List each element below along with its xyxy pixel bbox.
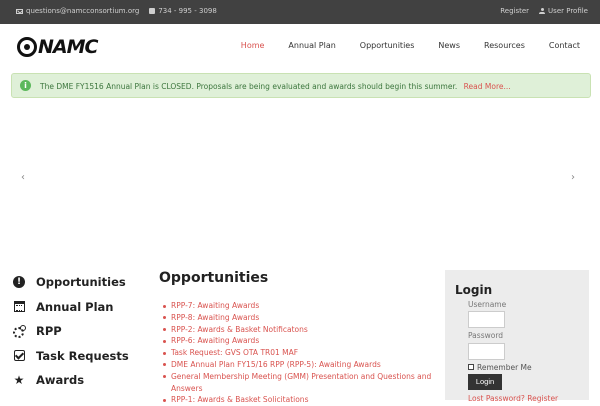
opportunities-section: Opportunities RPP-7: Awaiting Awards RPP… xyxy=(159,270,434,406)
phone-icon xyxy=(149,8,156,14)
password-label: Password xyxy=(468,331,504,340)
sidebar-item-annual-plan[interactable]: Annual Plan xyxy=(12,295,152,320)
site-header: NAMC Home Annual Plan Opportunities News… xyxy=(0,24,600,70)
list-item[interactable]: RPP-2: Awards & Basket Notificatons xyxy=(163,324,434,336)
sidebar-item-opportunities[interactable]: ! Opportunities xyxy=(12,270,152,295)
list-item[interactable]: General Membership Meeting (GMM) Present… xyxy=(163,371,434,395)
sidebar-item-rpp[interactable]: RPP xyxy=(12,319,152,344)
read-more-link[interactable]: Read More... xyxy=(464,82,511,91)
sidebar-item-awards[interactable]: ★ Awards xyxy=(12,368,152,393)
logo-mark-icon xyxy=(17,37,37,57)
top-bar: questions@namcconsortium.org 734 - 995 -… xyxy=(0,0,600,24)
sidebar-item-label: Task Requests xyxy=(36,348,129,363)
remember-me-checkbox[interactable] xyxy=(468,364,474,370)
check-square-icon xyxy=(13,350,25,362)
opportunities-list: RPP-7: Awaiting Awards RPP-8: Awaiting A… xyxy=(159,300,434,406)
username-label: Username xyxy=(468,300,507,309)
nav-news[interactable]: News xyxy=(426,41,472,50)
announcement-alert: i The DME FY1516 Annual Plan is CLOSED. … xyxy=(11,73,591,98)
nav-contact[interactable]: Contact xyxy=(537,41,592,50)
login-title: Login xyxy=(455,283,493,297)
carousel-next-button[interactable]: › xyxy=(571,172,575,183)
section-title: Opportunities xyxy=(159,270,269,286)
username-input[interactable] xyxy=(468,311,505,328)
email-text[interactable]: questions@namcconsortium.org xyxy=(26,7,139,15)
user-icon xyxy=(539,8,546,14)
carousel-prev-button[interactable]: ‹ xyxy=(21,172,25,183)
email-contact[interactable]: questions@namcconsortium.org xyxy=(16,7,139,15)
register-link[interactable]: Register xyxy=(500,7,529,15)
sidebar-item-label: RPP xyxy=(36,324,62,339)
phone-contact: 734 - 995 - 3098 xyxy=(149,7,217,15)
list-item[interactable]: RPP-8: Awaiting Awards xyxy=(163,312,434,324)
sidebar-item-task-requests[interactable]: Task Requests xyxy=(12,344,152,369)
phone-text: 734 - 995 - 3098 xyxy=(158,7,217,15)
list-item[interactable]: RPP-1: Awards & Basket Solicitations xyxy=(163,394,434,406)
sidebar-item-label: Annual Plan xyxy=(36,299,114,314)
nav-opportunities[interactable]: Opportunities xyxy=(348,41,427,50)
site-logo[interactable]: NAMC xyxy=(17,36,98,58)
user-profile-link[interactable]: User Profile xyxy=(539,7,588,15)
calendar-icon xyxy=(13,301,25,313)
remember-me-label: Remember Me xyxy=(477,363,532,372)
sidebar-item-label: Opportunities xyxy=(36,275,126,290)
star-icon: ★ xyxy=(13,373,25,388)
logo-text: NAMC xyxy=(38,36,98,58)
sidebar-menu: ! Opportunities Annual Plan RPP Task Req… xyxy=(12,270,152,393)
list-item[interactable]: DME Annual Plan FY15/16 RPP (RPP-5): Awa… xyxy=(163,359,434,371)
list-item[interactable]: Task Request: GVS OTA TR01 MAF xyxy=(163,347,434,359)
exclamation-circle-icon: ! xyxy=(13,276,25,289)
list-item[interactable]: RPP-6: Awaiting Awards xyxy=(163,335,434,347)
password-input[interactable] xyxy=(468,343,505,360)
alert-message-line: The DME FY1516 Annual Plan is CLOSED. Pr… xyxy=(40,82,511,91)
gears-icon xyxy=(13,325,26,339)
lost-password-link[interactable]: Lost Password? Register xyxy=(468,394,558,403)
nav-home[interactable]: Home xyxy=(229,41,277,50)
sidebar-item-label: Awards xyxy=(36,373,85,388)
info-icon: i xyxy=(20,80,31,91)
nav-annual-plan[interactable]: Annual Plan xyxy=(276,41,347,50)
envelope-icon xyxy=(16,8,23,14)
user-profile-text[interactable]: User Profile xyxy=(548,7,588,15)
login-panel: Login Username Password Remember Me Logi… xyxy=(445,270,589,403)
main-nav: Home Annual Plan Opportunities News Reso… xyxy=(229,41,592,50)
nav-resources[interactable]: Resources xyxy=(472,41,537,50)
login-button[interactable]: Login xyxy=(468,374,502,390)
alert-message: The DME FY1516 Annual Plan is CLOSED. Pr… xyxy=(40,82,458,91)
list-item[interactable]: RPP-7: Awaiting Awards xyxy=(163,300,434,312)
